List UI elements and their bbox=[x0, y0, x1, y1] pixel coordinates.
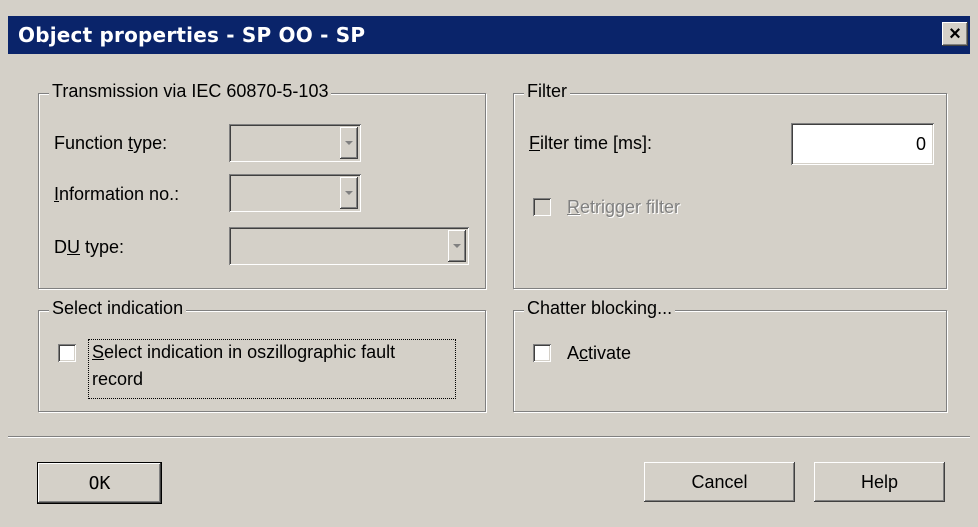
chevron-down-icon[interactable] bbox=[340, 177, 358, 209]
filter-time-field[interactable]: 0 bbox=[791, 123, 934, 165]
function-type-combo[interactable] bbox=[229, 124, 361, 162]
select-indication-group: Select indication Select indication in o… bbox=[38, 298, 486, 412]
chatter-blocking-group: Chatter blocking... Activate bbox=[513, 298, 947, 412]
information-no-label: Information no.: bbox=[54, 184, 180, 204]
window-title: Object properties - SP OO - SP bbox=[18, 23, 366, 47]
select-indication-legend: Select indication bbox=[49, 298, 187, 319]
retrigger-filter-checkbox[interactable] bbox=[533, 198, 551, 216]
button-separator bbox=[8, 436, 970, 438]
ok-button[interactable]: OK bbox=[37, 462, 162, 504]
title-bar[interactable]: Object properties - SP OO - SP × bbox=[8, 16, 970, 54]
filter-legend: Filter bbox=[524, 81, 570, 102]
information-no-combo[interactable] bbox=[229, 174, 361, 212]
cancel-button[interactable]: Cancel bbox=[644, 462, 795, 502]
function-type-label: Function type: bbox=[54, 133, 168, 153]
object-properties-dialog: Object properties - SP OO - SP × Transmi… bbox=[0, 0, 978, 527]
close-icon: × bbox=[949, 23, 961, 45]
chevron-down-icon[interactable] bbox=[340, 127, 358, 159]
du-type-label: DU type: bbox=[54, 237, 125, 257]
select-indication-checkbox[interactable] bbox=[58, 344, 76, 362]
transmission-group: Transmission via IEC 60870-5-103 Functio… bbox=[38, 81, 486, 289]
filter-time-label: Filter time [ms]: bbox=[529, 133, 653, 153]
close-button[interactable]: × bbox=[942, 22, 968, 46]
du-type-combo[interactable] bbox=[229, 227, 469, 265]
activate-label: Activate bbox=[567, 343, 632, 363]
chevron-down-icon[interactable] bbox=[448, 230, 466, 262]
filter-group: Filter Filter time [ms]: 0 Retrigger fil… bbox=[513, 81, 947, 289]
activate-checkbox[interactable] bbox=[533, 344, 551, 362]
help-button[interactable]: Help bbox=[814, 462, 945, 502]
select-indication-label-line2: record bbox=[92, 369, 144, 389]
chatter-blocking-legend: Chatter blocking... bbox=[524, 298, 676, 319]
select-indication-label-line1: Select indication in oszillographic faul… bbox=[92, 342, 396, 362]
retrigger-filter-label: Retrigger filter bbox=[567, 197, 681, 217]
transmission-legend: Transmission via IEC 60870-5-103 bbox=[49, 81, 332, 102]
